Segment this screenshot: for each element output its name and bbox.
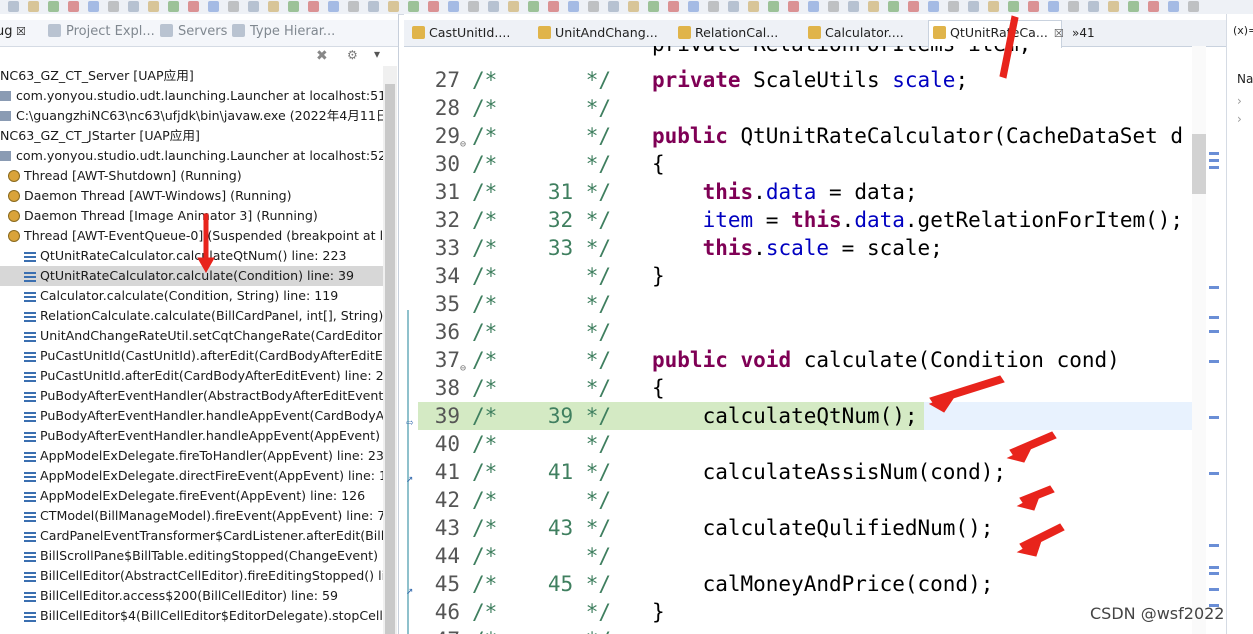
watermark: CSDN @wsf2022 bbox=[1090, 604, 1225, 623]
variables-name-header: Na bbox=[1237, 72, 1253, 86]
arrow-to-tab-icon bbox=[999, 15, 1019, 79]
toolbar-button-icon[interactable] bbox=[988, 1, 999, 12]
toolbar-button-icon[interactable] bbox=[448, 1, 459, 12]
arrow-to-line45-icon bbox=[1019, 523, 1065, 551]
variables-view-partial: (x)= Na › › bbox=[1226, 14, 1253, 634]
arrow-to-line41-icon bbox=[1009, 431, 1057, 457]
toolbar-button-icon[interactable] bbox=[428, 1, 439, 12]
toolbar-button-icon[interactable] bbox=[508, 1, 519, 12]
toolbar-button-icon[interactable] bbox=[848, 1, 859, 12]
toolbar-button-icon[interactable] bbox=[1008, 1, 1019, 12]
toolbar-button-icon[interactable] bbox=[808, 1, 819, 12]
toolbar-button-icon[interactable] bbox=[908, 1, 919, 12]
toolbar-button-icon[interactable] bbox=[788, 1, 799, 12]
toolbar-button-icon[interactable] bbox=[1028, 1, 1039, 12]
variables-tab-label[interactable]: (x)= bbox=[1233, 24, 1253, 37]
toolbar-button-icon[interactable] bbox=[488, 1, 499, 12]
toolbar-button-icon[interactable] bbox=[1168, 1, 1179, 12]
chevron-right-icon[interactable]: › bbox=[1237, 94, 1242, 108]
toolbar-button-icon[interactable] bbox=[748, 1, 759, 12]
toolbar-button-icon[interactable] bbox=[568, 1, 579, 12]
chevron-right-icon[interactable]: › bbox=[1237, 112, 1242, 126]
toolbar-button-icon[interactable] bbox=[528, 1, 539, 12]
toolbar-button-icon[interactable] bbox=[928, 1, 939, 12]
toolbar-button-icon[interactable] bbox=[948, 1, 959, 12]
toolbar-button-icon[interactable] bbox=[628, 1, 639, 12]
toolbar-button-icon[interactable] bbox=[588, 1, 599, 12]
toolbar-button-icon[interactable] bbox=[828, 1, 839, 12]
toolbar-button-icon[interactable] bbox=[1088, 1, 1099, 12]
toolbar-button-icon[interactable] bbox=[728, 1, 739, 12]
toolbar-button-icon[interactable] bbox=[708, 1, 719, 12]
toolbar-button-icon[interactable] bbox=[608, 1, 619, 12]
toolbar-button-icon[interactable] bbox=[1188, 1, 1199, 12]
tree-annotation-arrow bbox=[197, 213, 215, 274]
toolbar-button-icon[interactable] bbox=[768, 1, 779, 12]
toolbar-button-icon[interactable] bbox=[408, 1, 419, 12]
toolbar-button-icon[interactable] bbox=[548, 1, 559, 12]
toolbar-button-icon[interactable] bbox=[688, 1, 699, 12]
toolbar-button-icon[interactable] bbox=[968, 1, 979, 12]
toolbar-button-icon[interactable] bbox=[1148, 1, 1159, 12]
toolbar-button-icon[interactable] bbox=[1108, 1, 1119, 12]
toolbar-button-icon[interactable] bbox=[1048, 1, 1059, 12]
code-editor: »41 CastUnitId.... UnitAndChang... Relatio… bbox=[404, 14, 1253, 634]
toolbar-button-icon[interactable] bbox=[1068, 1, 1079, 12]
toolbar-button-icon[interactable] bbox=[888, 1, 899, 12]
annotation-arrows bbox=[928, 15, 1065, 557]
toolbar-button-icon[interactable] bbox=[668, 1, 679, 12]
toolbar-button-icon[interactable] bbox=[468, 1, 479, 12]
toolbar-button-icon[interactable] bbox=[648, 1, 659, 12]
toolbar-button-icon[interactable] bbox=[868, 1, 879, 12]
toolbar-button-icon[interactable] bbox=[1128, 1, 1139, 12]
